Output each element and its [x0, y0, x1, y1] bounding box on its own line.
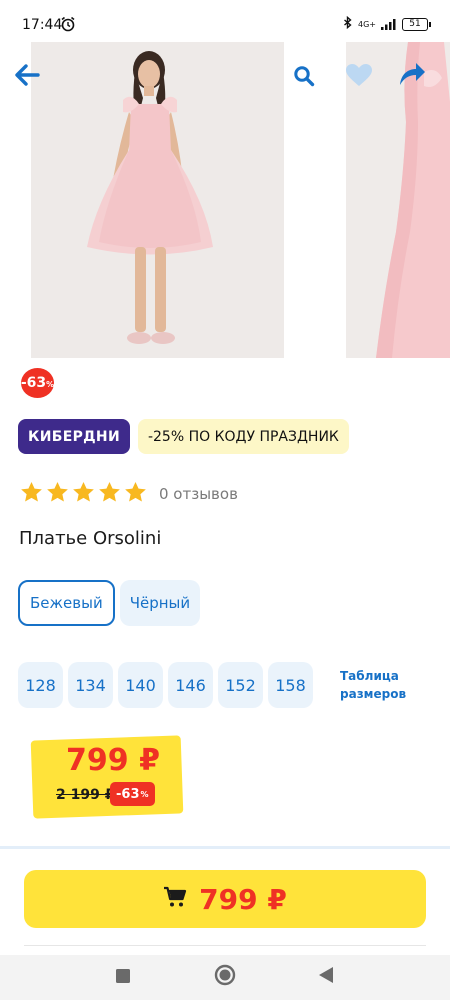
- signal-icon: [381, 15, 397, 34]
- recent-apps-icon[interactable]: [115, 968, 131, 988]
- divider: [24, 945, 426, 946]
- discount-badge-value: -63: [20, 375, 47, 391]
- size-table-link[interactable]: Таблица размеров: [340, 667, 410, 703]
- product-gallery[interactable]: [0, 40, 450, 360]
- promo-brand-badge[interactable]: КИБЕРДНИ: [18, 419, 130, 454]
- color-option-beige[interactable]: Бежевый: [18, 580, 115, 626]
- back-icon[interactable]: [318, 966, 334, 988]
- cart-icon: [163, 886, 187, 912]
- size-options: 128 134 140 146 152 158 Таблица размеров: [18, 662, 410, 708]
- star-icon: [98, 481, 121, 507]
- share-icon[interactable]: [396, 58, 428, 90]
- star-icon: [46, 481, 69, 507]
- rating-stars: [20, 481, 147, 507]
- promo-code-badge[interactable]: -25% ПО КОДУ ПРАЗДНИК: [137, 419, 349, 454]
- discount-badge-percent: %: [46, 380, 55, 389]
- product-title: Платье Orsolini: [19, 528, 162, 549]
- battery-icon: 51: [402, 18, 431, 31]
- size-option[interactable]: 146: [168, 662, 213, 708]
- search-icon[interactable]: [290, 62, 318, 90]
- price-discount-value: -63: [116, 786, 140, 802]
- bluetooth-icon: [343, 15, 353, 34]
- size-option[interactable]: 158: [268, 662, 313, 708]
- product-photo-main[interactable]: [31, 42, 284, 358]
- price-discount-percent: %: [140, 789, 149, 799]
- add-to-cart-button[interactable]: 799 ₽: [24, 870, 426, 928]
- back-arrow-icon[interactable]: [12, 60, 42, 90]
- star-icon: [20, 481, 43, 507]
- network-type: 4G+: [358, 19, 376, 29]
- size-option[interactable]: 140: [118, 662, 163, 708]
- promo-row: КИБЕРДНИ -25% ПО КОДУ ПРАЗДНИК: [18, 419, 349, 454]
- alarm-icon: [60, 16, 76, 36]
- size-option[interactable]: 128: [18, 662, 63, 708]
- status-icons: 4G+ 51: [343, 15, 431, 34]
- status-bar: 17:44 4G+ 51: [0, 0, 450, 40]
- status-time: 17:44: [22, 17, 63, 33]
- price-discount-badge: -63%: [110, 782, 155, 806]
- size-option[interactable]: 134: [68, 662, 113, 708]
- color-option-black[interactable]: Чёрный: [119, 580, 201, 626]
- reviews-count[interactable]: 0 отзывов: [159, 485, 238, 503]
- current-price: 799 ₽: [66, 743, 160, 778]
- star-icon: [124, 481, 147, 507]
- rating-row[interactable]: 0 отзывов: [20, 481, 238, 507]
- star-icon: [72, 481, 95, 507]
- buy-button-price: 799 ₽: [199, 882, 287, 916]
- discount-badge: -63%: [21, 368, 54, 398]
- size-option[interactable]: 152: [218, 662, 263, 708]
- heart-icon[interactable]: [343, 60, 375, 90]
- system-nav-bar: [0, 955, 450, 1000]
- old-price: 2 199 ₽: [56, 787, 115, 803]
- home-icon[interactable]: [214, 964, 236, 990]
- color-options: Бежевый Чёрный: [18, 580, 201, 626]
